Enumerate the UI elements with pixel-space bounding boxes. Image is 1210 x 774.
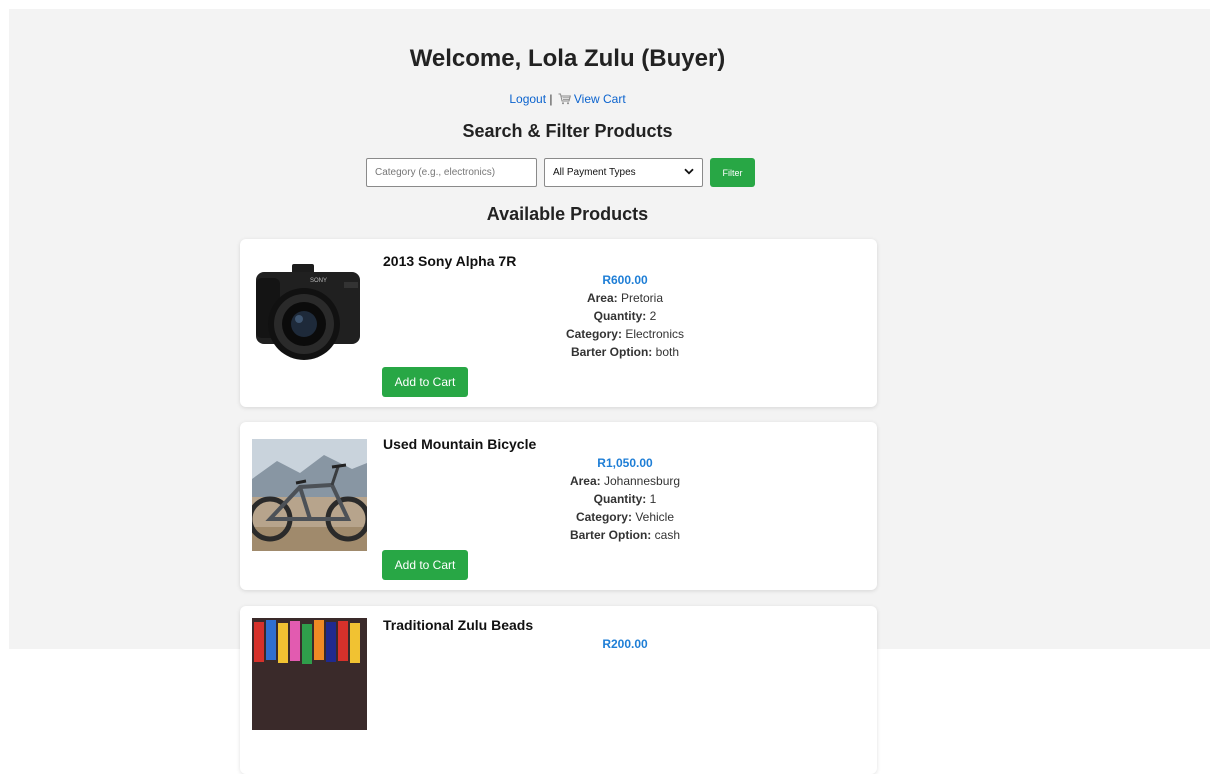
- product-name: Used Mountain Bicycle: [383, 436, 537, 452]
- view-cart-label: View Cart: [573, 92, 626, 106]
- product-barter-option: Barter Option: both: [570, 345, 680, 359]
- payment-type-selected: All Payment Types: [553, 167, 636, 178]
- product-name: 2013 Sony Alpha 7R: [383, 253, 517, 269]
- product-barter-option: Barter Option: cash: [569, 528, 681, 542]
- product-category: Category: Vehicle: [575, 510, 675, 524]
- product-card: Used Mountain Bicycle R1,050.00 Area: Jo…: [240, 422, 877, 590]
- product-price: R600.00: [602, 273, 648, 287]
- logout-link[interactable]: Logout: [509, 92, 546, 106]
- products-section-title: Available Products: [486, 204, 649, 224]
- product-image-camera: SONY: [252, 256, 367, 368]
- shopping-cart-icon: [558, 93, 571, 109]
- svg-text:SONY: SONY: [310, 278, 327, 284]
- product-quantity: Quantity: 2: [593, 309, 657, 323]
- product-name: Traditional Zulu Beads: [383, 617, 534, 633]
- chevron-down-icon: [684, 167, 694, 178]
- nav-separator: |: [549, 92, 553, 106]
- product-area: Area: Pretoria: [586, 291, 664, 305]
- top-nav: Logout | View Cart: [9, 91, 1126, 109]
- product-card: SONY 2013 Sony Alpha 7R R600.00 Area: Pr…: [240, 239, 877, 407]
- filter-section-title: Search & Filter Products: [462, 121, 673, 141]
- product-image-beads: [252, 618, 367, 730]
- add-to-cart-button[interactable]: Add to Cart: [382, 367, 468, 397]
- product-details: R200.00: [383, 635, 867, 653]
- product-details: R1,050.00 Area: Johannesburg Quantity: 1…: [383, 454, 867, 544]
- product-price: R1,050.00: [597, 456, 653, 470]
- product-details: R600.00 Area: Pretoria Quantity: 2 Categ…: [383, 271, 867, 361]
- product-area: Area: Johannesburg: [569, 474, 681, 488]
- product-quantity: Quantity: 1: [593, 492, 657, 506]
- welcome-heading: Welcome, Lola Zulu (Buyer): [409, 45, 726, 72]
- filter-form: All Payment Types Filter: [366, 158, 755, 187]
- category-input[interactable]: [366, 158, 537, 187]
- product-card: Traditional Zulu Beads R200.00: [240, 606, 877, 774]
- product-price: R200.00: [602, 637, 648, 651]
- product-image-bicycle: [252, 439, 367, 551]
- filter-button[interactable]: Filter: [710, 158, 755, 187]
- product-category: Category: Electronics: [565, 327, 685, 341]
- payment-type-select[interactable]: All Payment Types: [544, 158, 703, 187]
- view-cart-link[interactable]: View Cart: [556, 92, 626, 106]
- add-to-cart-button[interactable]: Add to Cart: [382, 550, 468, 580]
- page-container: Welcome, Lola Zulu (Buyer) Logout | View…: [9, 9, 1210, 774]
